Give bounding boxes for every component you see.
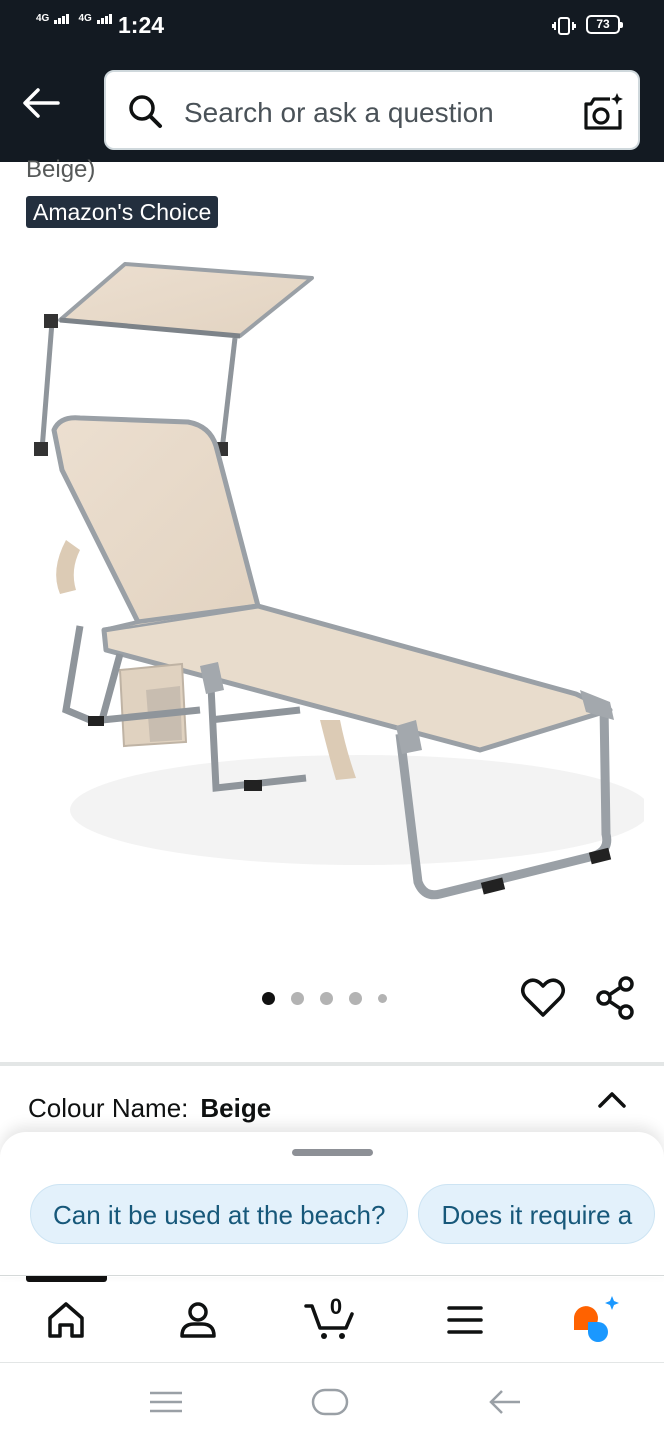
gallery-dot[interactable]	[349, 992, 362, 1006]
camera-sparkle-icon[interactable]	[580, 90, 626, 136]
back-arrow-icon[interactable]	[20, 82, 62, 124]
chevron-up-icon[interactable]	[596, 1088, 628, 1114]
colour-selector[interactable]: Colour Name: Beige	[28, 1093, 271, 1124]
signal-icon	[96, 14, 113, 24]
network-type-1: 4G	[36, 13, 50, 24]
system-navigation-bar	[0, 1363, 664, 1440]
gallery-dot[interactable]	[291, 992, 304, 1006]
signal-icon	[54, 14, 70, 24]
gallery-dot[interactable]	[378, 994, 387, 1004]
cart-count: 0	[329, 1294, 343, 1319]
search-icon	[129, 95, 162, 128]
share-icon[interactable]	[594, 975, 638, 1021]
clock: 1:24	[118, 12, 165, 38]
network-indicators: 4G 4G	[36, 14, 113, 24]
suggestions-sheet: Can it be used at the beach? Does it requ…	[0, 1132, 664, 1277]
home-icon[interactable]	[38, 1292, 94, 1348]
gallery-pagination	[262, 990, 403, 1010]
sheet-drag-handle[interactable]	[292, 1149, 373, 1156]
colour-value: Beige	[200, 1093, 272, 1123]
amazons-choice-badge: Amazon's Choice	[26, 196, 219, 228]
system-back-icon[interactable]	[486, 1385, 526, 1419]
suggestion-chip[interactable]: Can it be used at the beach?	[30, 1184, 409, 1244]
section-divider	[0, 1062, 664, 1066]
search-input[interactable]	[182, 92, 566, 134]
gallery-dot[interactable]	[320, 992, 333, 1006]
network-type-2: 4G	[78, 13, 92, 24]
home-pill-icon[interactable]	[310, 1385, 350, 1419]
suggestion-chips: Can it be used at the beach? Does it requ…	[30, 1184, 664, 1244]
product-image[interactable]	[20, 250, 644, 940]
menu-icon[interactable]	[437, 1292, 493, 1348]
recents-icon[interactable]	[146, 1385, 186, 1419]
search-bar[interactable]	[104, 70, 640, 150]
colour-label: Colour Name:	[28, 1093, 189, 1123]
suggestion-chip[interactable]: Does it require a	[418, 1184, 656, 1244]
battery-icon: 73	[586, 15, 623, 34]
product-title: Beige)	[26, 156, 96, 183]
heart-icon[interactable]	[520, 975, 566, 1021]
gallery-dot[interactable]	[262, 992, 275, 1006]
rufus-icon[interactable]	[568, 1292, 624, 1348]
vibrate-icon	[552, 17, 576, 35]
app-header	[0, 52, 664, 162]
account-icon[interactable]	[170, 1292, 226, 1348]
status-bar: 4G 4G 1:24 73	[0, 0, 664, 52]
